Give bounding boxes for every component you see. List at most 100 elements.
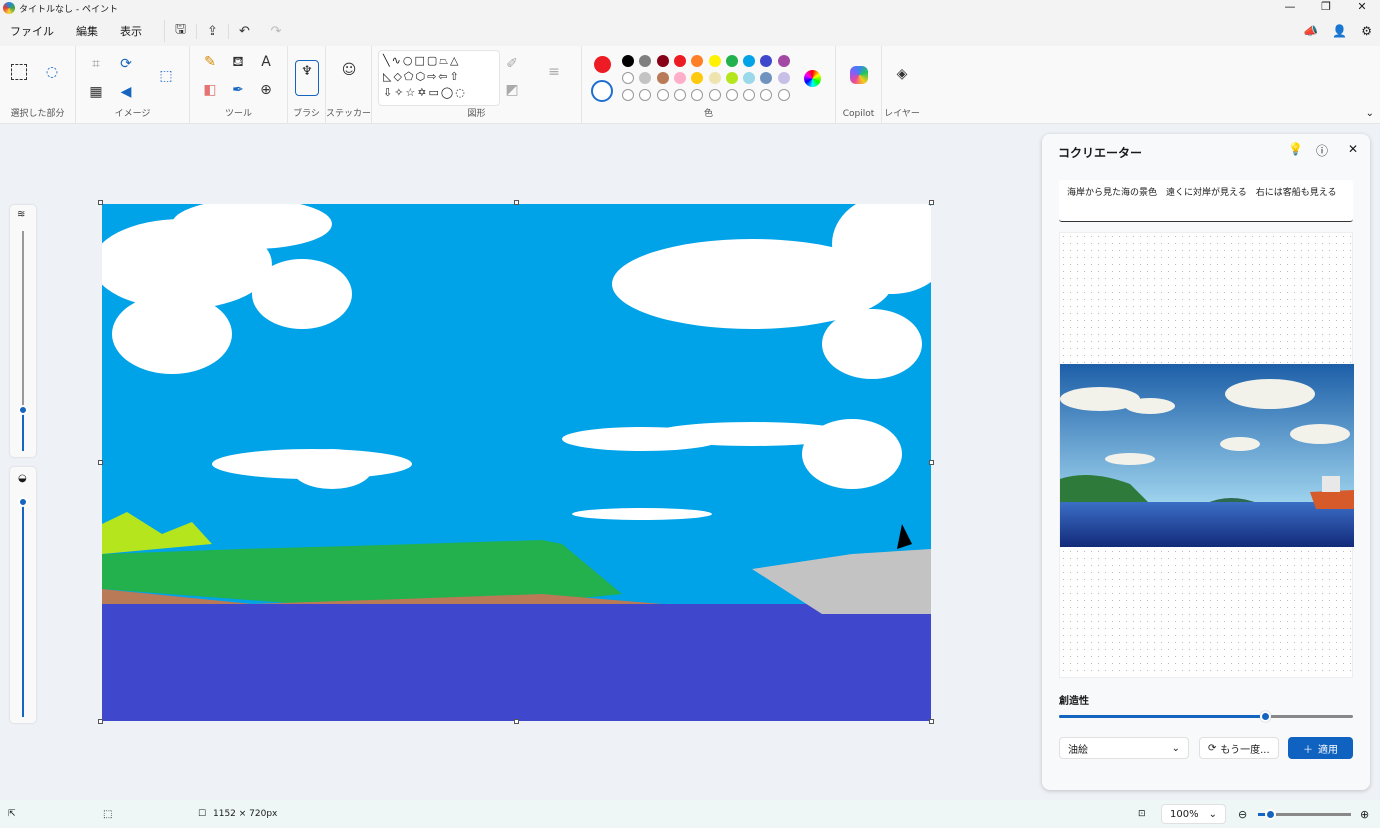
line-size-icon[interactable]: ≡ [544,64,564,80]
primary-color[interactable] [594,56,611,73]
color-swatch[interactable] [777,72,790,84]
copilot-icon[interactable] [850,66,868,84]
close-panel-icon[interactable]: ✕ [1348,142,1358,156]
color-swatch[interactable] [743,55,756,67]
rotate-icon[interactable]: ⟳ [116,56,136,72]
color-swatch[interactable] [639,89,652,101]
color-swatch[interactable] [656,72,669,84]
brush-icon[interactable]: ♆ [295,60,319,96]
color-swatch[interactable] [743,72,756,84]
free-select-icon[interactable]: ◌ [42,64,62,80]
retry-button[interactable]: ⟳ もう一度... [1199,737,1279,759]
color-swatch[interactable] [743,89,756,101]
color-swatch[interactable] [673,89,686,101]
color-swatch[interactable] [760,89,773,101]
announcement-icon[interactable]: 📣 [1303,24,1318,38]
menu-file[interactable]: ファイル [10,23,54,39]
zoom-slider-thumb[interactable] [1265,809,1276,820]
opacity-slider-thumb[interactable] [18,497,28,507]
resize-handle[interactable] [514,719,519,724]
edit-colors-icon[interactable] [804,70,821,87]
chevron-down-icon: ⌄ [1208,808,1217,820]
color-swatch[interactable] [622,89,634,101]
color-swatch[interactable] [708,55,721,67]
resize-handle[interactable] [929,719,934,724]
text-icon[interactable]: A [256,54,276,70]
minimize-button[interactable]: — [1272,0,1308,14]
color-swatch[interactable] [708,89,721,101]
settings-icon[interactable]: ⚙ [1361,24,1372,38]
resize-handle[interactable] [929,460,934,465]
fit-to-window-icon[interactable]: ⊡ [1138,809,1146,819]
menu-view[interactable]: 表示 [120,23,142,39]
brush-size-slider[interactable]: ≋ [10,205,36,457]
info-icon[interactable]: ⓘ [1316,142,1328,159]
color-swatch[interactable] [760,55,773,67]
color-swatch[interactable] [725,72,738,84]
zoom-in-icon[interactable]: ⊕ [1360,808,1369,821]
fill-icon[interactable]: ⛾ [228,54,248,72]
tips-icon[interactable]: 💡 [1288,142,1303,156]
apply-button[interactable]: ＋ 適用 [1288,737,1353,759]
pencil-icon[interactable]: ✎ [200,54,220,70]
color-swatch[interactable] [622,55,634,67]
close-button[interactable]: ✕ [1344,0,1380,14]
redo-icon[interactable]: ↷ [260,24,292,39]
secondary-color[interactable] [591,80,613,102]
result-preview[interactable] [1059,232,1354,678]
rectangle-select-icon[interactable] [11,64,27,80]
generated-image[interactable] [1060,364,1354,547]
resize-handle[interactable] [98,719,103,724]
style-dropdown[interactable]: 油絵 ⌄ [1059,737,1189,759]
color-swatch[interactable] [656,55,669,67]
share-icon[interactable]: ⇪ [196,23,228,39]
creativity-slider-thumb[interactable] [1259,711,1271,722]
zoom-dropdown[interactable]: 100% ⌄ [1161,804,1226,824]
undo-icon[interactable]: ↶ [228,23,260,39]
color-swatch[interactable] [725,89,738,101]
color-swatch[interactable] [777,55,790,67]
crop-icon[interactable]: ⌗ [86,56,106,72]
resize-handle[interactable] [929,200,934,205]
account-icon[interactable]: 👤 [1332,24,1347,38]
color-swatch[interactable] [691,55,704,67]
color-swatch[interactable] [639,55,652,67]
flip-icon[interactable]: ◀ [116,84,136,100]
color-swatch[interactable] [673,72,686,84]
color-swatch[interactable] [673,55,686,67]
resize-handle[interactable] [98,460,103,465]
resize-handle[interactable] [98,200,103,205]
drawing-canvas[interactable] [102,204,931,721]
size-slider-thumb[interactable] [18,405,28,415]
color-swatch[interactable] [708,72,721,84]
zoom-out-icon[interactable]: ⊖ [1238,808,1247,821]
opacity-slider[interactable]: ◒ [10,467,36,723]
color-swatch[interactable] [725,55,738,67]
restore-button[interactable]: ❐ [1308,0,1344,14]
sticker-icon[interactable]: ☺ [339,62,359,78]
color-swatch[interactable] [622,72,634,84]
outline-icon[interactable]: ✐ [502,56,522,72]
eraser-icon[interactable]: ◧ [200,82,220,98]
prompt-input[interactable]: 海岸から見た海の景色 遠くに対岸が見える 右には客船も見える [1059,180,1353,222]
remove-background-icon[interactable]: ▦ [86,84,106,100]
color-swatch[interactable] [777,89,790,101]
save-icon[interactable]: 🖫 [164,20,196,42]
color-swatch[interactable] [691,89,704,101]
ribbon: ◌ 選択した部分 ⌗ ⟳ ▦ ◀ ⬚ イメージ ✎ ⛾ A ◧ ✒ ⊕ ツール … [0,46,1380,124]
resize-handle[interactable] [514,200,519,205]
shape-fill-icon[interactable]: ◩ [502,82,522,98]
color-swatch[interactable] [760,72,773,84]
menu-edit[interactable]: 編集 [76,23,98,39]
expand-ribbon-icon[interactable]: ⌄ [1366,108,1374,119]
layers-icon[interactable]: ◈ [892,66,912,82]
color-picker-icon[interactable]: ✒ [228,82,248,98]
color-swatch[interactable] [656,89,669,101]
zoom-slider[interactable] [1258,809,1351,820]
magnifier-icon[interactable]: ⊕ [256,82,276,98]
color-swatch[interactable] [639,72,652,84]
creativity-slider[interactable] [1059,711,1353,722]
resize-icon[interactable]: ⬚ [156,68,176,84]
shapes-gallery[interactable]: ╲∿○□▢⏢△ ◺◇⬠⬡⇨⇦⇧ ⇩✧☆✡▭◯◌ [378,50,500,106]
color-swatch[interactable] [691,72,704,84]
